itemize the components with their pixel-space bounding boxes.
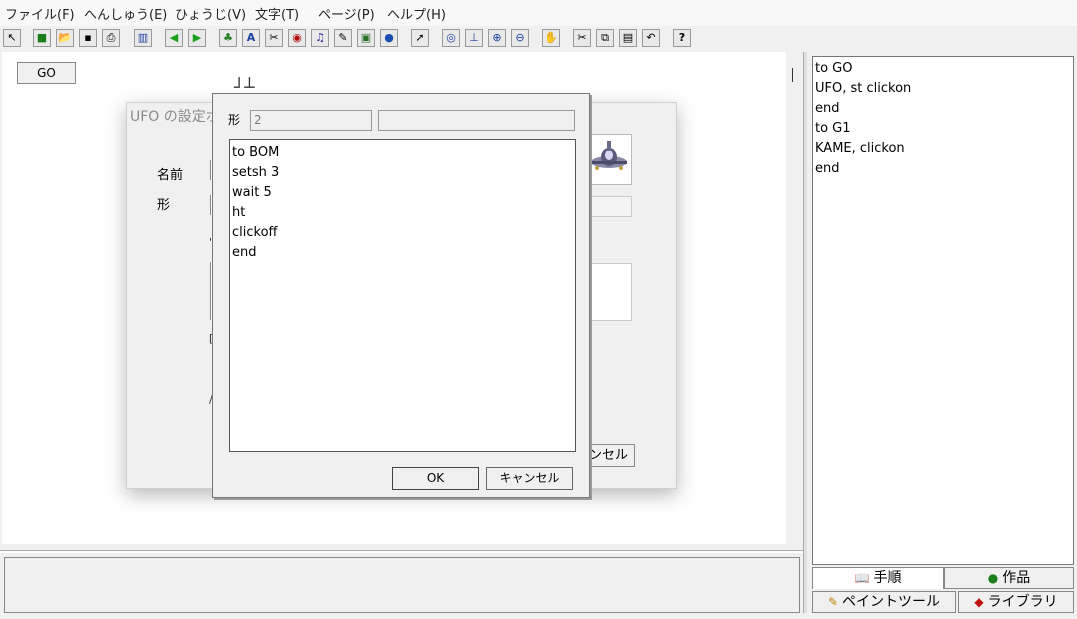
open-folder-icon[interactable]: 📂 [56,29,74,47]
splitter-vertical[interactable] [803,52,807,613]
video-icon[interactable]: ▣ [357,29,375,47]
code-line: end [815,101,840,116]
tab-work-label: 作品 [1002,570,1031,586]
editor-secondary-field [378,110,575,131]
editor-shape-label: 形 [228,113,241,127]
eye-red-icon[interactable]: ◉ [288,29,306,47]
globe-icon[interactable]: ● [380,29,398,47]
shape-label: 形 [157,198,171,213]
book-icon[interactable]: ▥ [134,29,152,47]
menu-file[interactable]: ファイル(F) [5,4,75,23]
script-textarea[interactable]: to BOM setsh 3 wait 5 ht clickoff end [229,139,576,452]
go-button[interactable]: GO [17,62,76,84]
undo-icon[interactable]: ↶ [642,29,660,47]
ufo-dialog-cancel-button[interactable]: ンセル [583,444,635,467]
tab-paint-tool[interactable]: ✎ ペイントツール [812,591,956,613]
stop-hand-icon[interactable]: ✋ [542,29,560,47]
code-line: end [815,161,840,176]
text-icon[interactable]: A [242,29,260,47]
tool-icon[interactable]: ✂ [265,29,283,47]
message-area [4,557,800,613]
forward-arrow-icon[interactable]: ▶ [188,29,206,47]
toolbar: ↖ ■ 📂 ▪ ⎙ ▥ ◀ ▶ ♣ A ✂ ◉ ♫ ✎ ▣ ● ➚ ◎ ⊥ ⊕ … [0,26,1077,50]
preview-box [586,263,632,321]
ufo-settings-dialog-title: UFO の設定ボ [130,109,220,125]
zoom-in-icon[interactable]: ⊕ [488,29,506,47]
pointer-icon[interactable]: ↖ [3,29,21,47]
code-line: UFO, st clickon [815,81,912,96]
character-icon[interactable]: ♣ [219,29,237,47]
code-line: to G1 [815,121,851,136]
menu-page[interactable]: ページ(P) [318,4,375,23]
procedure-panel[interactable]: to GO UFO, st clickon end to G1 KAME, cl… [812,56,1074,565]
menu-text[interactable]: 文字(T) [255,4,299,23]
code-line: to BOM [232,145,280,160]
eye-icon[interactable]: ◎ [442,29,460,47]
splitter-horizontal[interactable] [0,550,804,553]
save-icon[interactable]: ▪ [79,29,97,47]
new-icon[interactable]: ■ [33,29,51,47]
back-arrow-icon[interactable]: ◀ [165,29,183,47]
editor-shape-field: 2 [250,110,372,131]
cut-icon[interactable]: ✂ [573,29,591,47]
code-line: end [232,245,257,260]
tab-library-label: ライブラリ [987,594,1058,610]
tab-library[interactable]: ◆ ライブラリ [958,591,1074,613]
tab-work[interactable]: ● 作品 [944,567,1074,589]
brush-icon: ✎ [827,595,839,609]
stamp-icon[interactable]: ⊥ [465,29,483,47]
ok-button[interactable]: OK [392,467,479,490]
paste-icon[interactable]: ▤ [619,29,637,47]
menu-help[interactable]: ヘルプ(H) [387,4,446,23]
tab-procedure-label: 手順 [873,570,902,586]
pen-icon[interactable]: ✎ [334,29,352,47]
help-icon[interactable]: ? [673,29,691,47]
tab-paint-tool-label: ペイントツール [842,594,941,610]
shape-number-field[interactable] [586,196,632,217]
code-line: wait 5 [232,185,272,200]
zoom-out-icon[interactable]: ⊖ [511,29,529,47]
code-line: KAME, clickon [815,141,905,156]
menu-view[interactable]: ひょうじ(V) [175,4,246,23]
tab-procedure[interactable]: 📖 手順 [812,567,944,589]
code-line: to GO [815,61,853,76]
cancel-button[interactable]: キャンセル [486,467,573,490]
code-line: ht [232,205,246,220]
print-icon[interactable]: ⎙ [102,29,120,47]
globe-icon: ● [987,571,999,585]
arrow-cursor-icon[interactable]: ➚ [411,29,429,47]
ufo-sprite-preview [586,134,632,185]
ufo-sprite-icon [591,141,627,170]
music-icon[interactable]: ♫ [311,29,329,47]
menu-bar: ファイル(F) へんしゅう(E) ひょうじ(V) 文字(T) ページ(P) ヘル… [0,0,1077,26]
book-icon: 📖 [854,571,870,585]
name-label: 名前 [157,168,184,183]
text-caret [792,68,793,82]
shapes-icon: ◆ [974,595,984,609]
menu-edit[interactable]: へんしゅう(E) [84,4,167,23]
copy-icon[interactable]: ⧉ [596,29,614,47]
code-line: clickoff [232,225,278,240]
code-line: setsh 3 [232,165,280,180]
